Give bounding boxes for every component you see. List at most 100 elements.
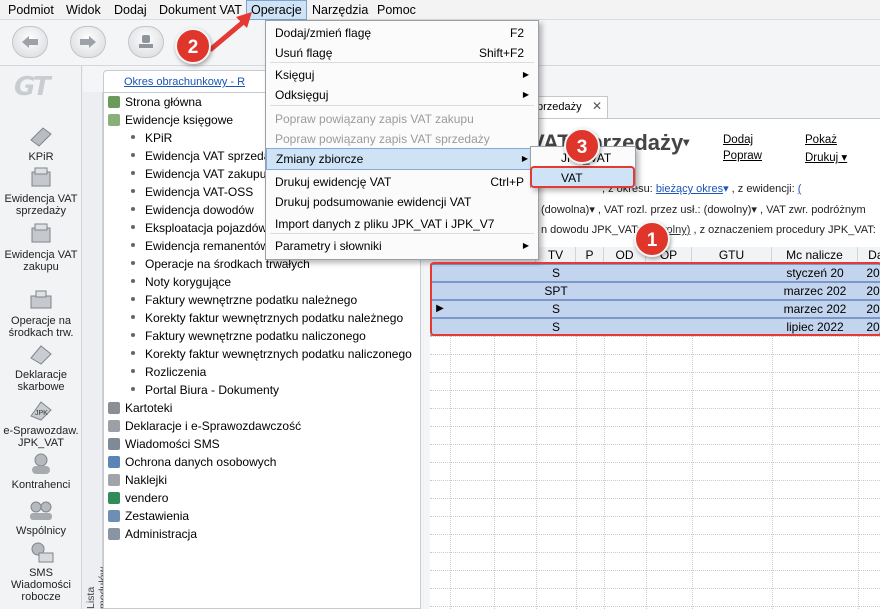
tree-item-label: Noty korygujące (145, 275, 232, 289)
bullet-icon (131, 369, 135, 373)
menu-item[interactable]: Dodaj/zmień flagę F2 (266, 22, 538, 44)
grid-hline (430, 570, 880, 571)
module-list-strip[interactable]: Lista modułów (83, 92, 109, 609)
grid-hline (430, 372, 880, 373)
tree-item-label: Ewidencja VAT zakupu (145, 167, 267, 181)
bullet-icon (131, 297, 135, 301)
tree-item[interactable]: Portal Biura - Dokumenty (131, 381, 279, 399)
tree-item-label: Strona główna (125, 95, 202, 109)
menu-item[interactable]: Drukuj podsumowanie ewidencji VAT (266, 191, 538, 213)
shortcut-jpk[interactable]: JPK e-Sprawozdaw. JPK_VAT (0, 398, 82, 449)
grid-hline (430, 588, 880, 589)
tree-item[interactable]: Ewidencja VAT sprzedaży (131, 147, 282, 165)
tree-item[interactable]: Rozliczenia (131, 363, 206, 381)
bullet-icon (131, 243, 135, 247)
vat-purchase-icon (31, 223, 51, 243)
annotation-badge-2: 2 (175, 28, 211, 64)
menu-item[interactable]: Import danych z pliku JPK_VAT i JPK_V7 (266, 213, 538, 235)
menu-item-shortcut: Shift+F2 (478, 46, 524, 60)
show-link[interactable]: Pokaż (805, 134, 837, 146)
add-link[interactable]: Dodaj (723, 134, 753, 146)
shortcut-contractors[interactable]: Kontrahenci (0, 452, 82, 491)
menu-item[interactable]: Parametry i słowniki ▶ (266, 235, 538, 257)
menu-item-label: Popraw powiązany zapis VAT zakupu (275, 112, 474, 126)
bullet-icon (131, 261, 135, 265)
tree-item-label: Wiadomości SMS (125, 437, 220, 451)
shortcut-vat-purchase[interactable]: Ewidencja VAT zakupu (0, 222, 82, 273)
print-link[interactable]: Drukuj ▾ (805, 150, 847, 164)
tree-item[interactable]: ›Administracja (108, 525, 197, 543)
tree-item-label: Administracja (125, 527, 198, 541)
tree-item[interactable]: Ewidencja VAT zakupu (131, 165, 266, 183)
tree-item[interactable]: Eksploatacja pojazdów (131, 219, 267, 237)
tree-item[interactable]: Faktury wewnętrzne podatku naliczonego (131, 327, 366, 345)
grid-hline (430, 606, 880, 607)
tree-item[interactable]: ›Zestawienia (108, 507, 189, 525)
stamp-icon[interactable] (128, 26, 164, 58)
menu-item-label: Import danych z pliku JPK_VAT i JPK_V7 (275, 217, 495, 231)
tree-item-label: Faktury wewnętrzne podatku naliczonego (145, 329, 366, 343)
menu-item: Popraw powiązany zapis VAT sprzedaży (266, 128, 538, 150)
tree-item[interactable]: Korekty faktur wewnętrznych podatku nale… (131, 309, 403, 327)
evid-filter[interactable]: ( (798, 183, 802, 195)
menu-item[interactable]: Odksięguj ▶ (266, 84, 538, 106)
shortcut-vat-sales[interactable]: Ewidencja VAT sprzedaży (0, 166, 82, 217)
filter-any-2[interactable]: (dowolny)▾ (704, 204, 757, 216)
shortcut-kpir[interactable]: KPiR (0, 124, 82, 163)
tree-item[interactable]: ›Wiadomości SMS (108, 435, 220, 453)
shortcut-fixed-assets[interactable]: Operacje na środkach trw. (0, 288, 82, 339)
annotation-badge-1: 1 (634, 221, 670, 257)
tree-item-label: Portal Biura - Dokumenty (145, 383, 280, 397)
shield-icon (108, 456, 120, 468)
tree-item[interactable]: ›Kartoteki (108, 399, 172, 417)
tree-item-label: Korekty faktur wewnętrznych podatku nale… (145, 311, 404, 325)
menu-pomoc[interactable]: Pomoc (373, 0, 420, 20)
tree-item[interactable]: ›Deklaracje i e-Sprawozdawczość (108, 417, 301, 435)
tree-item[interactable]: Ewidencja dowodów (131, 201, 254, 219)
menu-item[interactable]: Usuń flagę Shift+F2 (266, 42, 538, 64)
tree-item[interactable]: Korekty faktur wewnętrznych podatku nali… (131, 345, 412, 363)
shortcut-sms[interactable]: SMS Wiadomości robocze (0, 540, 82, 603)
tree-item[interactable]: ›Ochrona danych osobowych (108, 453, 276, 471)
submenu-arrow-icon: ▶ (522, 241, 529, 250)
annotation-vat-box (530, 166, 635, 188)
tree-item[interactable]: ›vendero (108, 489, 168, 507)
menu-dodaj[interactable]: Dodaj (110, 0, 151, 20)
period-filter[interactable]: bieżący okres (656, 183, 723, 195)
tree-item-label: vendero (125, 491, 169, 505)
menu-narzedzia[interactable]: Narzędzia (308, 0, 372, 20)
shortcut-partners[interactable]: Wspólnicy (0, 498, 82, 537)
shortcut-tax-declarations[interactable]: Deklaracje skarbowe (0, 342, 82, 393)
close-icon[interactable]: ✕ (592, 99, 602, 113)
tree-item-label: Deklaracje i e-Sprawozdawczość (125, 419, 302, 433)
period-link[interactable]: Okres obrachunkowy - R (124, 76, 245, 88)
menu-item[interactable]: Księguj ▶ (266, 64, 538, 86)
tree-item[interactable]: Strona główna (108, 93, 202, 111)
menu-podmiot[interactable]: Podmiot (4, 0, 58, 20)
kpir-icon (30, 127, 52, 147)
tree-item[interactable]: Ewidencja remanentów (131, 237, 269, 255)
filter-any-1[interactable]: (dowolna)▾ (541, 204, 595, 216)
tree-item-label: Ewidencja VAT-OSS (145, 185, 254, 199)
vendero-icon (108, 492, 120, 504)
tree-item[interactable]: KPiR (131, 129, 172, 147)
gt-logo: GT (14, 72, 51, 102)
tree-item[interactable]: Noty korygujące (131, 273, 231, 291)
fix-link[interactable]: Popraw (723, 150, 762, 162)
tax-declaration-icon (30, 345, 52, 365)
tree-item-label: Faktury wewnętrzne podatku należnego (145, 293, 358, 307)
tree-item[interactable]: Ewidencja VAT-OSS (131, 183, 253, 201)
menu-item[interactable]: Drukuj ewidencję VAT Ctrl+P (266, 171, 538, 193)
tree-item[interactable]: Faktury wewnętrzne podatku należnego (131, 291, 357, 309)
contractors-icon (32, 453, 50, 474)
tree-item[interactable]: Ewidencje księgowe (108, 111, 233, 129)
grid-hline (430, 408, 880, 409)
tree-item[interactable]: ›Naklejki (108, 471, 167, 489)
back-icon[interactable] (12, 26, 48, 58)
menu-item[interactable]: Zmiany zbiorcze ▶ (266, 148, 538, 170)
annotation-badge-3: 3 (564, 128, 600, 164)
forward-icon[interactable] (70, 26, 106, 58)
grid-hline (430, 552, 880, 553)
sticker-icon (108, 474, 120, 486)
menu-widok[interactable]: Widok (62, 0, 105, 20)
